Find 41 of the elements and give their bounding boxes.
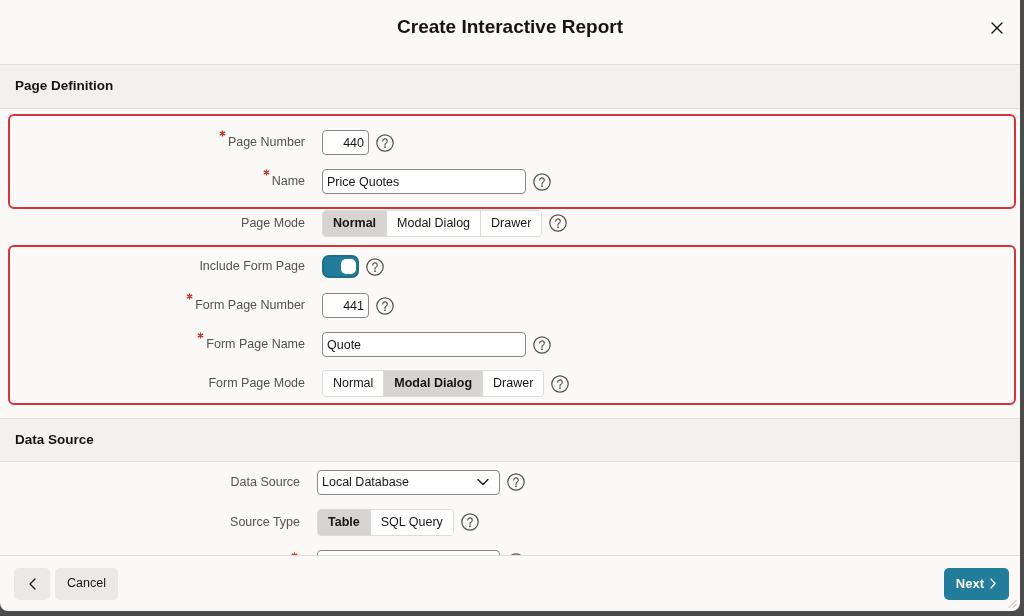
chevron-left-icon: [28, 577, 36, 590]
cancel-button[interactable]: Cancel: [55, 567, 118, 600]
field-label: Page Mode: [241, 214, 305, 232]
help-icon[interactable]: [376, 296, 394, 315]
field-label: Name: [271, 173, 305, 191]
toggle-switch[interactable]: [322, 255, 359, 278]
chevron-down-icon: [477, 478, 489, 486]
help-icon[interactable]: [551, 374, 570, 393]
field-label: Data Source: [230, 473, 300, 491]
field-label: Form Page Mode: [208, 375, 305, 393]
segment-option[interactable]: Table: [318, 509, 370, 535]
number-field[interactable]: 441: [322, 293, 369, 318]
dialog-title: Create Interactive Report: [396, 15, 624, 40]
help-icon[interactable]: [533, 172, 551, 191]
field-label: Source Type: [230, 513, 300, 531]
resize-grip-icon[interactable]: [1008, 599, 1017, 608]
chevron-right-icon: [990, 578, 996, 589]
help-icon[interactable]: [460, 513, 479, 531]
segment-option[interactable]: Drawer: [482, 371, 544, 396]
help-icon[interactable]: [366, 257, 384, 276]
help-icon[interactable]: [376, 133, 394, 152]
section-title: Data Source: [15, 430, 94, 449]
text-field[interactable]: Quote: [322, 332, 526, 357]
next-button[interactable]: Next: [943, 567, 1009, 600]
segment-option[interactable]: Modal Dialog: [383, 371, 483, 396]
help-icon[interactable]: [549, 214, 568, 232]
field-label: Page Number: [227, 134, 305, 152]
field-label: Include Form Page: [199, 258, 305, 276]
dropdown-field[interactable]: Local Database: [317, 469, 500, 495]
number-field[interactable]: 440: [322, 130, 369, 155]
section-title: Page Definition: [15, 77, 114, 96]
segment-option[interactable]: Drawer: [480, 210, 542, 236]
close-icon: [991, 21, 1003, 34]
back-button[interactable]: [14, 567, 50, 600]
field-label: Form Page Name: [206, 336, 305, 354]
help-icon[interactable]: [507, 473, 525, 491]
text-field[interactable]: Price Quotes: [322, 169, 526, 194]
help-icon[interactable]: [533, 335, 551, 354]
field-label: Form Page Number: [195, 297, 305, 315]
segment-option[interactable]: SQL Query: [369, 509, 453, 535]
segment-option[interactable]: Normal: [323, 210, 387, 236]
